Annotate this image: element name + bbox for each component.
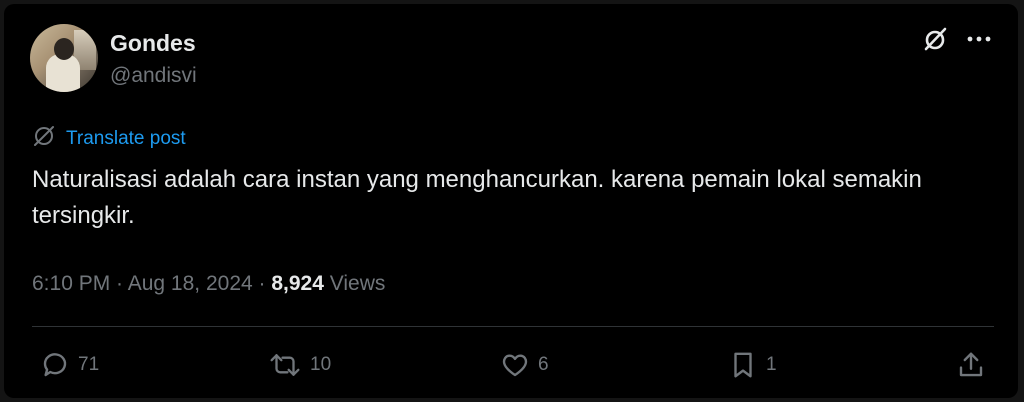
more-icon[interactable] (966, 35, 992, 43)
like-button[interactable]: 6 (500, 350, 549, 380)
translate-label[interactable]: Translate post (66, 128, 186, 150)
action-bar: 71 10 6 1 (32, 350, 992, 386)
meta-separator: · (110, 272, 128, 295)
repost-icon (268, 350, 302, 380)
views-label: Views (323, 272, 386, 295)
avatar[interactable] (30, 24, 98, 92)
translate-post-link[interactable]: Translate post (32, 124, 186, 153)
meta-separator: · (252, 272, 272, 295)
repost-button[interactable]: 10 (268, 350, 331, 380)
share-button[interactable] (956, 350, 986, 380)
bookmark-count: 1 (766, 354, 777, 375)
avatar-head (54, 38, 74, 60)
author-handle[interactable]: @andisvi (110, 64, 197, 88)
grok-icon[interactable] (922, 26, 948, 52)
bookmark-icon (728, 350, 758, 380)
divider (32, 326, 994, 327)
reply-button[interactable]: 71 (40, 350, 99, 380)
like-count: 6 (538, 354, 549, 375)
reply-count: 71 (78, 354, 100, 375)
post-text: Naturalisasi adalah cara instan yang men… (32, 166, 922, 229)
author-name[interactable]: Gondes (110, 30, 196, 57)
bookmark-button[interactable]: 1 (728, 350, 777, 380)
post-date[interactable]: Aug 18, 2024 (128, 272, 253, 295)
reply-icon (40, 350, 70, 380)
share-icon (956, 350, 986, 380)
post-time[interactable]: 6:10 PM (32, 272, 110, 295)
globe-slash-icon (32, 124, 56, 153)
header-actions (922, 26, 992, 52)
post-meta: 6:10 PM · Aug 18, 2024 · 8,924 Views (32, 272, 385, 296)
post-card: Gondes @andisvi Translate post Naturalis… (4, 4, 1018, 398)
views-count[interactable]: 8,924 (271, 272, 324, 295)
repost-count: 10 (310, 354, 332, 375)
heart-icon (500, 350, 530, 380)
